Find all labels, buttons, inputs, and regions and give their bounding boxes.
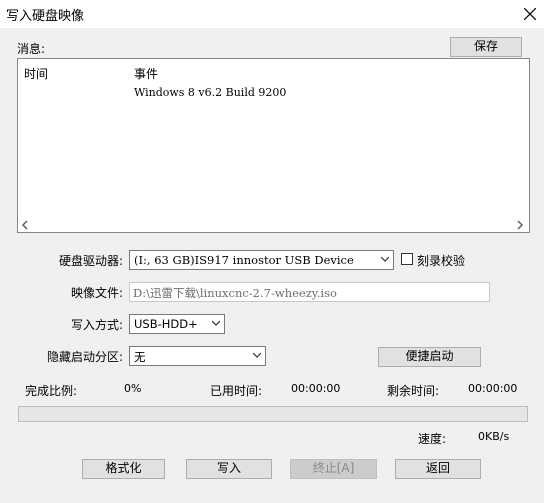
format-button[interactable]: 格式化 <box>82 459 165 479</box>
scroll-left-icon[interactable] <box>20 219 30 230</box>
elapsed-label: 已用时间: <box>210 384 263 398</box>
log-column-time[interactable]: 时间 <box>24 65 48 82</box>
hidden-partition-select[interactable]: 无 <box>129 346 266 366</box>
hidden-partition-label: 隐藏启动分区: <box>46 350 123 364</box>
save-button[interactable]: 保存 <box>450 37 522 57</box>
write-method-value: USB-HDD+ <box>134 317 198 331</box>
speed-value: 0KB/s <box>478 430 510 443</box>
remaining-label: 剩余时间: <box>387 384 440 398</box>
close-icon[interactable] <box>516 0 544 28</box>
elapsed-value: 00:00:00 <box>291 382 341 395</box>
verify-label: 刻录校验 <box>417 254 466 268</box>
write-method-label: 写入方式: <box>70 318 123 332</box>
chevron-down-icon <box>253 352 261 358</box>
image-file-value: D:\迅雷下载\linuxcnc-2.7-wheezy.iso <box>133 286 337 300</box>
scroll-right-icon[interactable] <box>515 219 525 230</box>
write-button[interactable]: 写入 <box>186 459 272 479</box>
percent-label: 完成比例: <box>25 384 78 398</box>
drive-value: (I:, 63 GB)IS917 innostor USB Device <box>134 253 354 267</box>
log-label: 消息: <box>17 42 46 56</box>
abort-button[interactable]: 终止[A] <box>290 459 377 479</box>
drive-select[interactable]: (I:, 63 GB)IS917 innostor USB Device <box>129 250 394 270</box>
log-column-event[interactable]: 事件 <box>134 65 158 82</box>
chevron-down-icon <box>381 256 389 262</box>
log-listview[interactable]: 时间 事件 Windows 8 v6.2 Build 9200 <box>17 58 530 233</box>
back-button[interactable]: 返回 <box>395 459 481 479</box>
image-file-field[interactable]: D:\迅雷下载\linuxcnc-2.7-wheezy.iso <box>129 282 490 302</box>
progress-bar <box>18 406 528 422</box>
verify-checkbox[interactable] <box>401 253 413 265</box>
window-title: 写入硬盘映像 <box>6 9 85 24</box>
write-method-select[interactable]: USB-HDD+ <box>129 314 225 334</box>
quick-boot-button[interactable]: 便捷启动 <box>378 347 481 367</box>
remaining-value: 00:00:00 <box>468 382 518 395</box>
chevron-down-icon <box>212 320 220 326</box>
hidden-partition-value: 无 <box>134 350 146 364</box>
speed-label: 速度: <box>418 432 447 446</box>
horizontal-scrollbar[interactable] <box>18 216 529 232</box>
percent-value: 0% <box>124 382 142 395</box>
drive-label: 硬盘驱动器: <box>58 254 123 268</box>
log-row-event: Windows 8 v6.2 Build 9200 <box>134 86 287 99</box>
image-file-label: 映像文件: <box>70 286 123 300</box>
